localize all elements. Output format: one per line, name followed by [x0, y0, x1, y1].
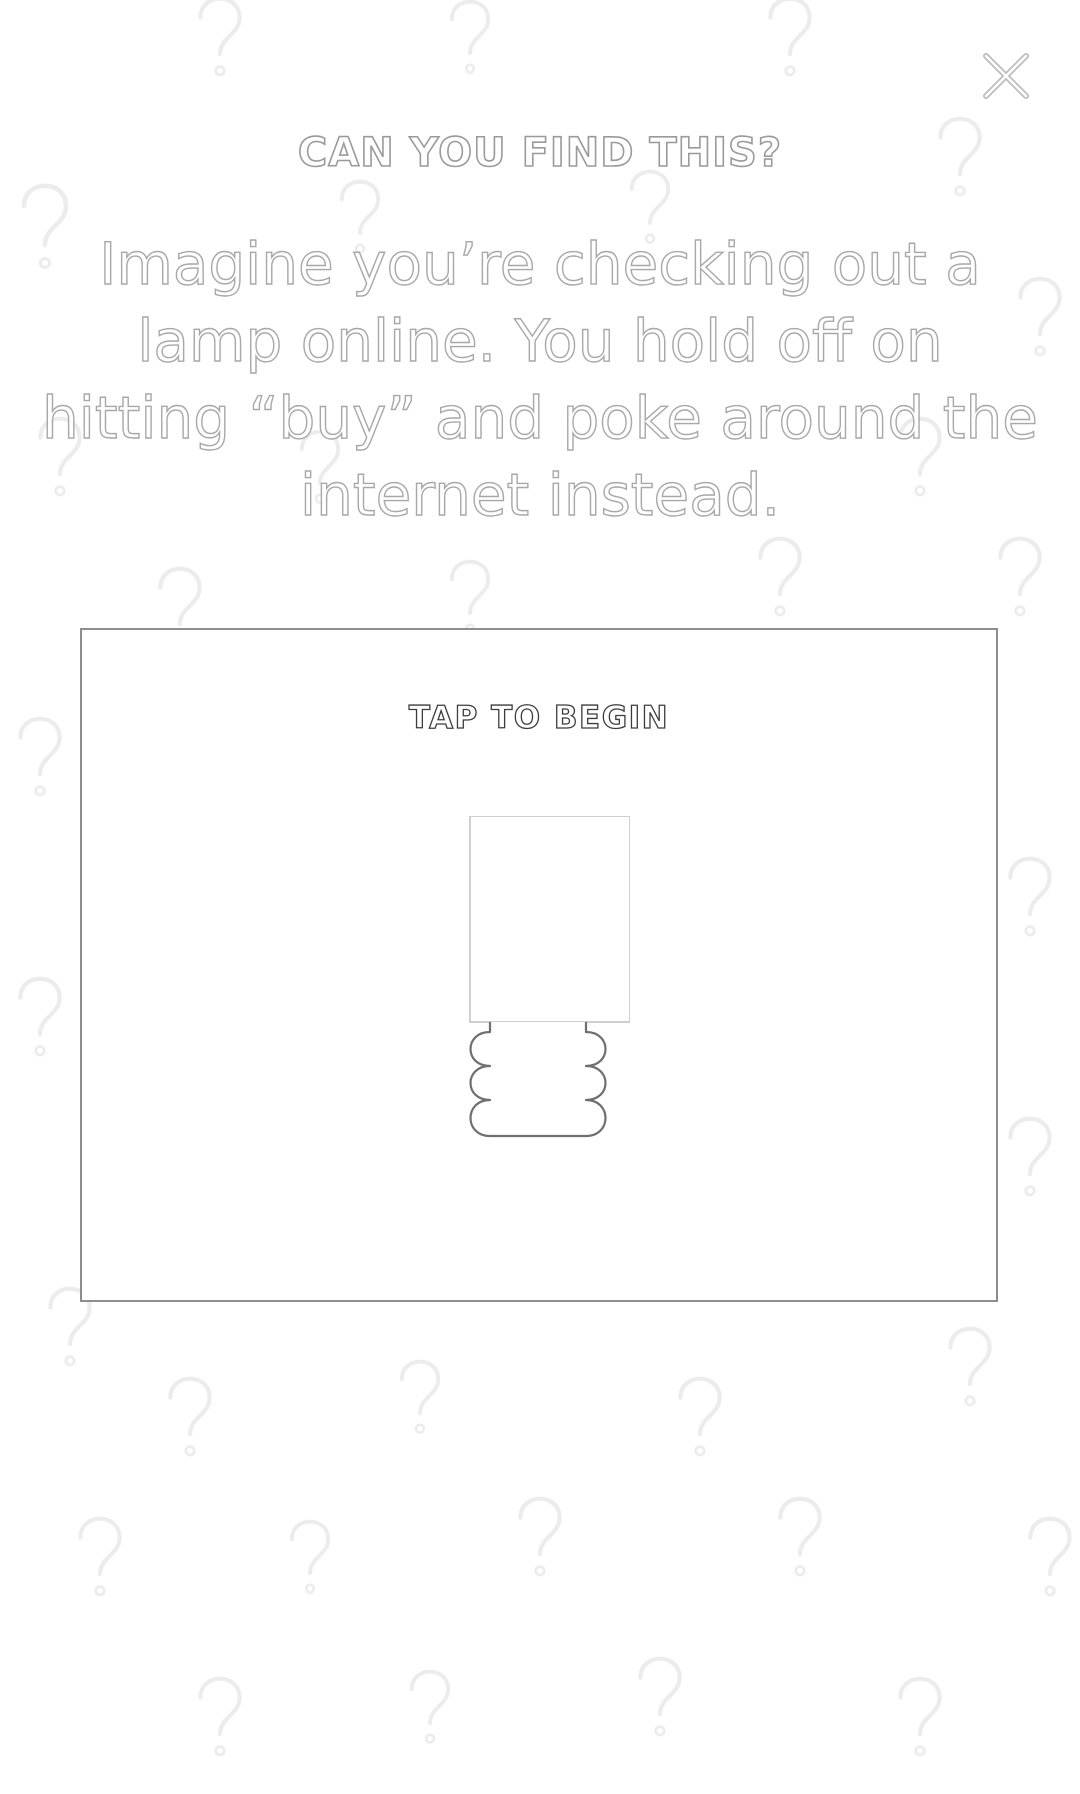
close-button[interactable] [976, 46, 1036, 106]
intro-paragraph: Imagine you’re checking out a lamp onlin… [41, 229, 1038, 529]
tap-to-begin-card[interactable]: TAP TO BEGIN [80, 628, 998, 1302]
close-icon [983, 53, 1029, 99]
phone-with-hand-icon [469, 816, 630, 1138]
tap-to-begin-label: TAP TO BEGIN [408, 699, 670, 736]
section-eyebrow-title: CAN YOU FIND THIS? [297, 129, 783, 177]
